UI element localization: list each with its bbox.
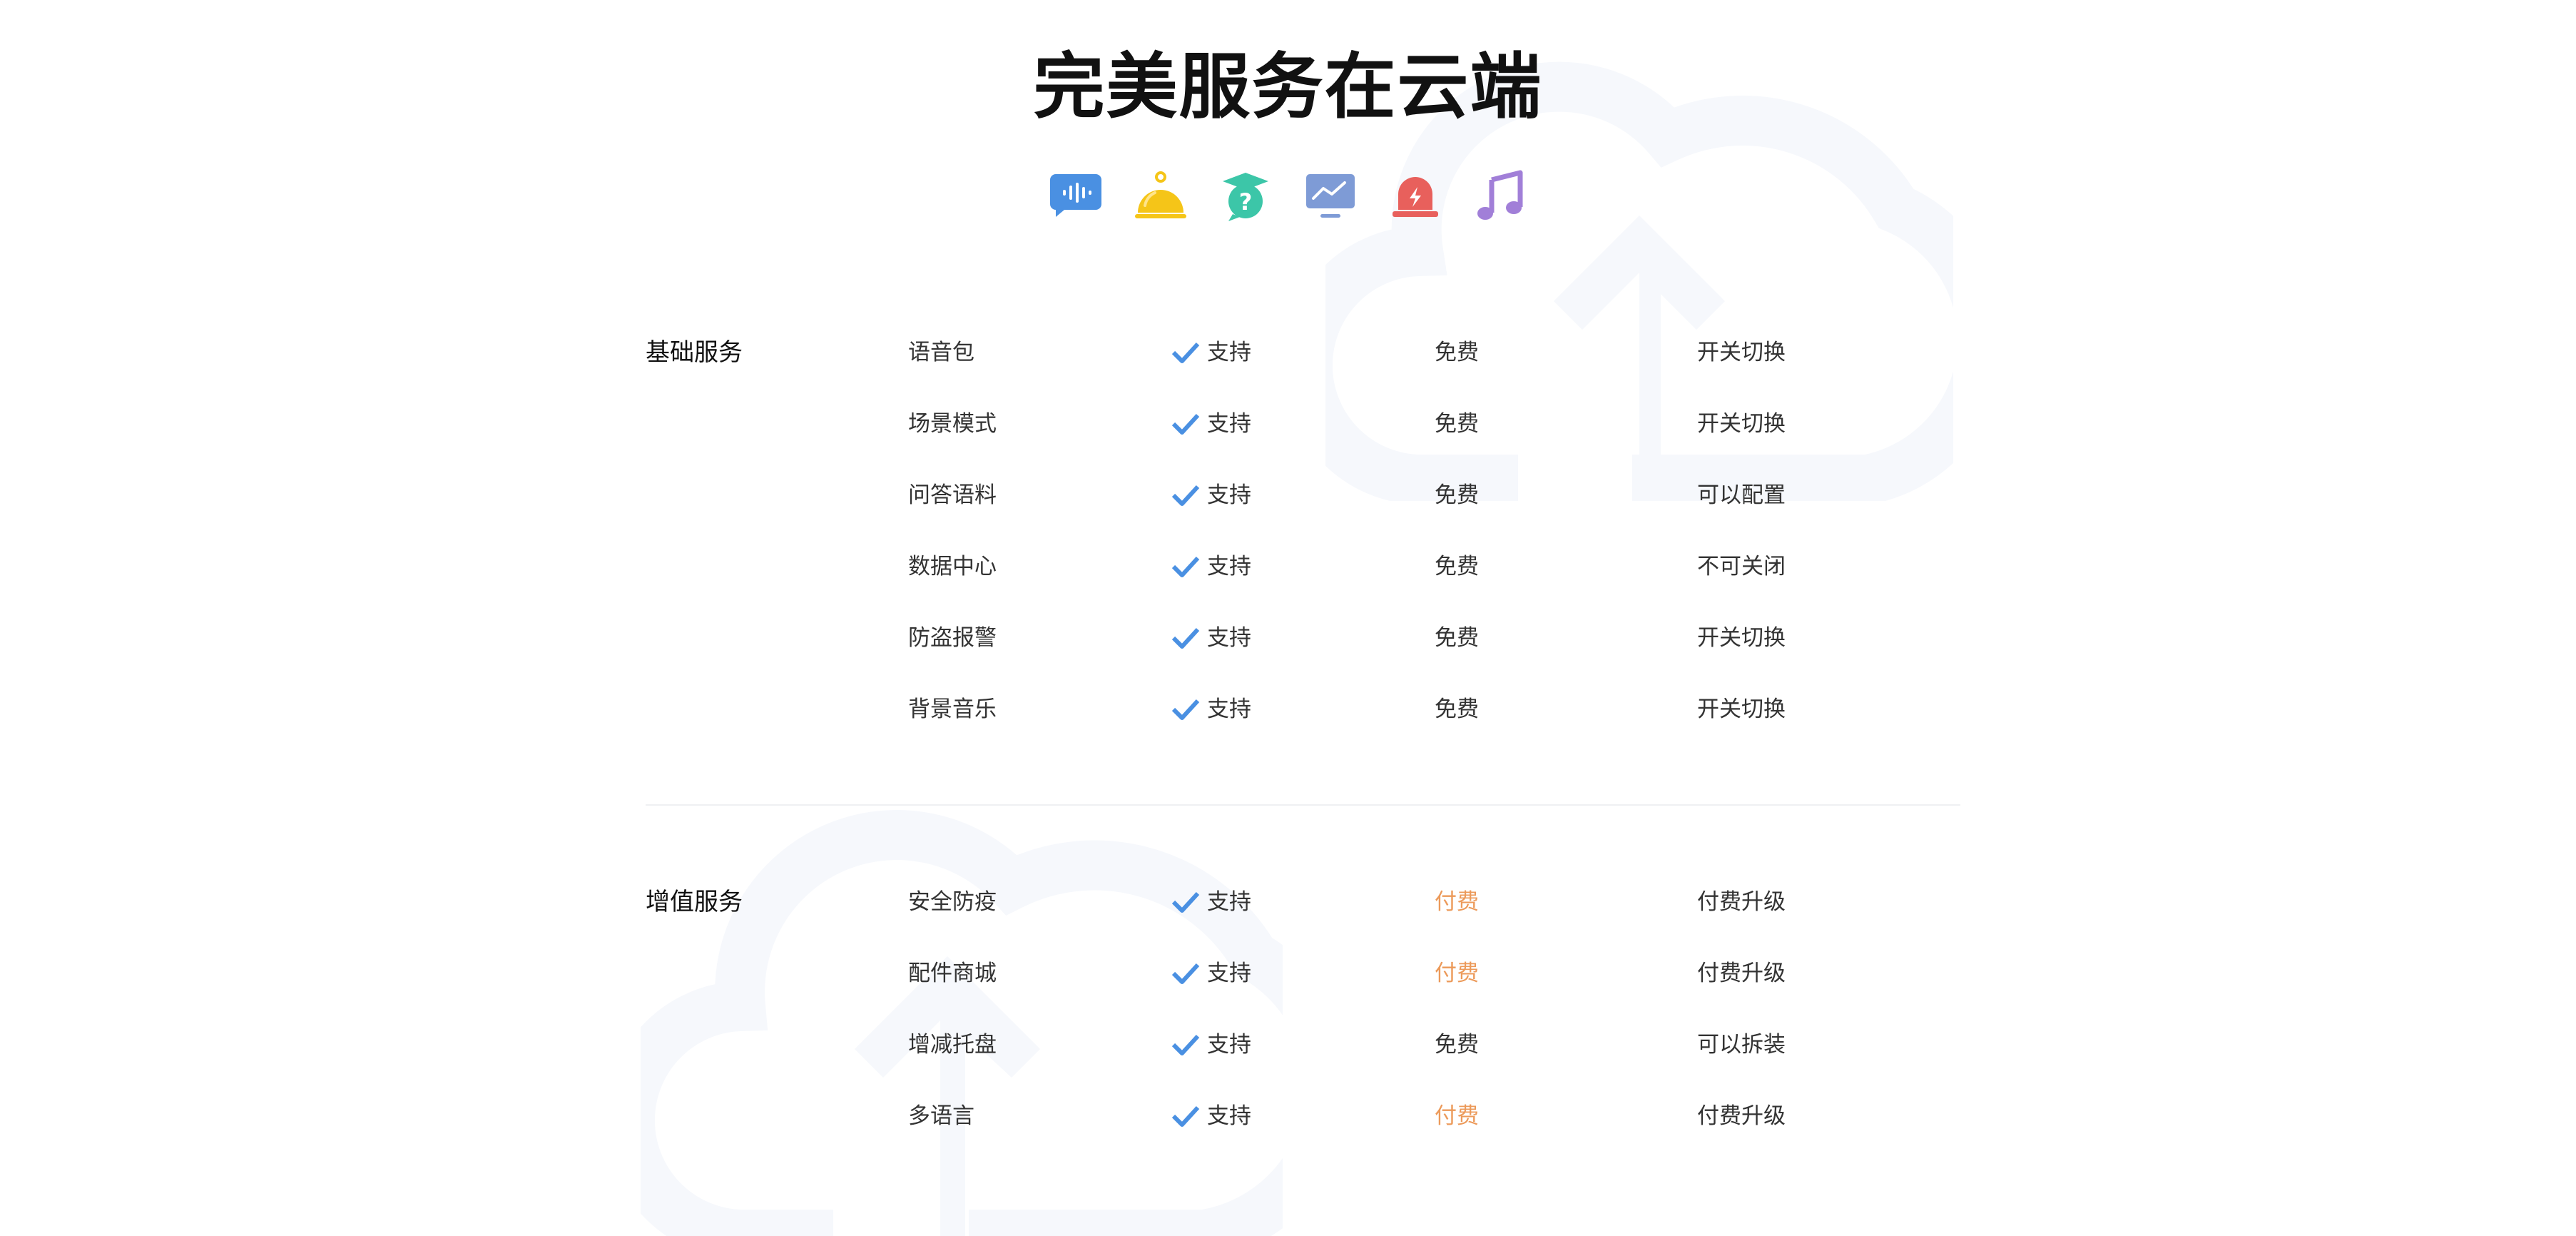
- service-name: 安全防疫: [908, 889, 997, 915]
- table-row: 场景模式 支持 免费 开关切换: [0, 410, 2576, 438]
- monitor-chart-icon: [1306, 174, 1355, 218]
- price-cell: 免费: [1435, 696, 1479, 722]
- price-cell: 付费: [1435, 1103, 1479, 1129]
- service-page: 完美服务在云端 ? 基础服务 语音包 支持 免费 开关切换 场景模式 支持 免费…: [0, 0, 2576, 1236]
- note-cell: 可以配置: [1697, 482, 1786, 508]
- support-label: 支持: [1207, 1103, 1251, 1129]
- price-cell: 免费: [1435, 482, 1479, 508]
- check-icon: [1171, 963, 1200, 984]
- service-name: 场景模式: [908, 411, 997, 437]
- support-cell: 支持: [1171, 1030, 1251, 1059]
- table-row: 增减托盘 支持 免费 可以拆装: [0, 1030, 2576, 1059]
- note-cell: 开关切换: [1697, 696, 1786, 722]
- check-icon: [1171, 556, 1200, 577]
- service-name: 背景音乐: [908, 696, 997, 722]
- support-cell: 支持: [1171, 624, 1251, 652]
- service-name: 增减托盘: [908, 1032, 997, 1058]
- check-icon: [1171, 1034, 1200, 1055]
- note-cell: 付费升级: [1697, 1103, 1786, 1129]
- service-name: 多语言: [908, 1103, 974, 1129]
- support-label: 支持: [1207, 889, 1251, 915]
- service-name: 问答语料: [908, 482, 997, 508]
- service-name: 语音包: [908, 340, 974, 365]
- price-cell: 付费: [1435, 961, 1479, 986]
- support-label: 支持: [1207, 411, 1251, 437]
- svg-text:?: ?: [1239, 188, 1253, 216]
- support-label: 支持: [1207, 1032, 1251, 1058]
- support-label: 支持: [1207, 625, 1251, 651]
- price-cell: 免费: [1435, 411, 1479, 437]
- service-bell-icon: [1135, 171, 1186, 218]
- check-icon: [1171, 1105, 1200, 1127]
- check-icon: [1171, 699, 1200, 720]
- table-row: 背景音乐 支持 免费 开关切换: [0, 695, 2576, 724]
- feature-icon-row: ?: [0, 168, 2576, 226]
- cloud-upload-background-icon: [641, 810, 1283, 1236]
- table-row: 多语言 支持 付费 付费升级: [0, 1102, 2576, 1130]
- price-cell: 付费: [1435, 889, 1479, 915]
- page-title: 完美服务在云端: [1033, 45, 1543, 128]
- section-divider: [646, 804, 1960, 806]
- check-icon: [1171, 485, 1200, 506]
- price-cell: 免费: [1435, 340, 1479, 365]
- note-cell: 付费升级: [1697, 961, 1786, 986]
- support-cell: 支持: [1171, 1102, 1251, 1130]
- table-row: 配件商城 支持 付费 付费升级: [0, 959, 2576, 988]
- support-label: 支持: [1207, 554, 1251, 579]
- graduation-question-icon: ?: [1223, 173, 1268, 221]
- support-label: 支持: [1207, 961, 1251, 986]
- support-cell: 支持: [1171, 338, 1251, 367]
- check-icon: [1171, 627, 1200, 649]
- support-cell: 支持: [1171, 481, 1251, 510]
- note-cell: 开关切换: [1697, 340, 1786, 365]
- service-name: 防盗报警: [908, 625, 997, 651]
- note-cell: 不可关闭: [1697, 554, 1786, 579]
- check-icon: [1171, 342, 1200, 363]
- note-cell: 付费升级: [1697, 889, 1786, 915]
- price-cell: 免费: [1435, 625, 1479, 651]
- support-cell: 支持: [1171, 959, 1251, 988]
- voice-bubble-icon: [1050, 174, 1101, 217]
- support-label: 支持: [1207, 340, 1251, 365]
- support-label: 支持: [1207, 482, 1251, 508]
- alarm-siren-icon: [1393, 177, 1438, 217]
- check-icon: [1171, 891, 1200, 913]
- table-row: 问答语料 支持 免费 可以配置: [0, 481, 2576, 510]
- note-cell: 可以拆装: [1697, 1032, 1786, 1058]
- check-icon: [1171, 413, 1200, 435]
- support-cell: 支持: [1171, 552, 1251, 581]
- service-name: 配件商城: [908, 961, 997, 986]
- service-name: 数据中心: [908, 554, 997, 579]
- support-label: 支持: [1207, 696, 1251, 722]
- note-cell: 开关切换: [1697, 411, 1786, 437]
- table-row: 防盗报警 支持 免费 开关切换: [0, 624, 2576, 652]
- table-row: 数据中心 支持 免费 不可关闭: [0, 552, 2576, 581]
- price-cell: 免费: [1435, 1032, 1479, 1058]
- note-cell: 开关切换: [1697, 625, 1786, 651]
- table-row: 安全防疫 支持 付费 付费升级: [0, 888, 2576, 916]
- support-cell: 支持: [1171, 888, 1251, 916]
- table-row: 语音包 支持 免费 开关切换: [0, 338, 2576, 367]
- price-cell: 免费: [1435, 554, 1479, 579]
- music-note-icon: [1477, 170, 1523, 220]
- support-cell: 支持: [1171, 695, 1251, 724]
- support-cell: 支持: [1171, 410, 1251, 438]
